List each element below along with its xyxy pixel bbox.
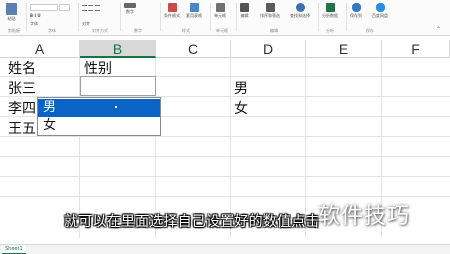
align-group-label: 对齐 xyxy=(82,21,90,26)
grid-line xyxy=(0,176,450,177)
grid-line xyxy=(0,156,450,157)
autosum-button[interactable]: 编辑 xyxy=(240,3,249,18)
cloud-save-icon xyxy=(351,3,361,12)
ribbon-toolbar: 粘贴 B I U 字体 对齐 数字 条件格式 套用表格 单元格 编辑 排序和筛选 xyxy=(0,0,450,36)
ribbon-divider xyxy=(26,3,27,31)
sort-filter-button[interactable]: 排序和筛选 xyxy=(260,3,280,18)
ribbon-divider xyxy=(318,3,319,31)
ribbon-divider xyxy=(120,3,121,31)
cell-a3[interactable]: 李四 xyxy=(8,99,36,119)
filter-icon xyxy=(265,3,275,12)
cell-a2[interactable]: 张三 xyxy=(8,79,36,99)
grid-line xyxy=(230,58,231,238)
font-size-box[interactable] xyxy=(59,4,71,11)
font-group-label: 字体 xyxy=(30,21,38,26)
save-to-button[interactable]: 保存到 xyxy=(350,3,362,18)
align-left-icon[interactable] xyxy=(82,5,87,11)
font-controls[interactable] xyxy=(30,4,71,12)
grid-line xyxy=(305,58,306,238)
align-right-icon[interactable] xyxy=(94,5,100,11)
group-title-alignment: 对齐方式 xyxy=(92,28,108,33)
grid-line xyxy=(0,136,450,137)
baidu-netdisk-button[interactable]: 百度网盘 xyxy=(372,3,388,18)
paste-button[interactable]: 粘贴 xyxy=(6,3,17,21)
mouse-cursor xyxy=(115,106,117,108)
find-select-button[interactable]: 查找和选择 xyxy=(290,3,310,18)
align-center-icon[interactable] xyxy=(88,5,94,11)
active-cell-b2[interactable] xyxy=(80,76,156,96)
dropdown-option-female[interactable]: 女 xyxy=(38,117,160,135)
column-header-a[interactable]: A xyxy=(0,40,80,58)
align-controls[interactable] xyxy=(82,5,100,12)
netdisk-icon xyxy=(375,3,385,12)
column-header-f[interactable]: F xyxy=(382,40,450,58)
group-title-styles: 样式 xyxy=(182,28,190,33)
group-title-editing: 编辑 xyxy=(270,28,278,33)
cell-a4[interactable]: 王五 xyxy=(8,119,36,139)
analyze-data-button[interactable]: 分析数据 xyxy=(322,3,338,18)
column-header-d[interactable]: D xyxy=(231,40,306,58)
ribbon-divider xyxy=(78,3,79,31)
number-format-button[interactable]: 数字 xyxy=(124,3,136,14)
analyze-data-icon xyxy=(325,3,335,12)
ribbon-divider xyxy=(236,3,237,31)
paste-icon xyxy=(6,3,17,15)
cell-d2[interactable]: 男 xyxy=(234,79,248,99)
column-header-e[interactable]: E xyxy=(306,40,382,58)
ribbon-divider xyxy=(160,3,161,31)
group-title-number: 数字 xyxy=(134,28,142,33)
ribbon-divider xyxy=(346,3,347,31)
column-header-c[interactable]: C xyxy=(156,40,231,58)
bold-italic-underline[interactable]: B I U xyxy=(30,13,41,18)
font-name-box[interactable] xyxy=(30,4,58,11)
grid-line xyxy=(0,196,450,197)
dropdown-option-male[interactable]: 男 xyxy=(38,99,160,117)
group-title-save: 保存 xyxy=(366,28,374,33)
collapse-ribbon-icon[interactable]: ⌃ xyxy=(436,26,441,33)
validation-dropdown-list[interactable]: 男 女 xyxy=(37,97,161,136)
cell-a1[interactable]: 姓名 xyxy=(8,59,36,79)
format-as-table-button[interactable]: 套用表格 xyxy=(186,3,202,18)
column-header-b[interactable]: B xyxy=(80,40,156,58)
autosum-icon xyxy=(240,3,249,12)
conditional-format-button[interactable]: 条件格式 xyxy=(164,3,180,18)
group-title-analysis: 分析 xyxy=(326,28,334,33)
watermark: 软件技巧 xyxy=(318,204,411,229)
grid-line xyxy=(0,76,450,77)
group-title-font: 字体 xyxy=(48,28,56,33)
number-format-icon xyxy=(124,3,136,8)
cells-icon xyxy=(215,3,225,12)
subtitle-caption: 就可以在里面选择自己设置好的数值点击 xyxy=(64,214,320,230)
group-title-clipboard: 剪贴板 xyxy=(8,28,20,33)
table-style-icon xyxy=(189,3,199,12)
conditional-format-icon xyxy=(167,3,177,12)
find-icon xyxy=(295,3,305,12)
group-title-cells: 单元格 xyxy=(216,28,228,33)
ribbon-divider xyxy=(210,3,211,31)
cell-d3[interactable]: 女 xyxy=(234,99,248,119)
cells-button[interactable]: 单元格 xyxy=(214,3,226,18)
